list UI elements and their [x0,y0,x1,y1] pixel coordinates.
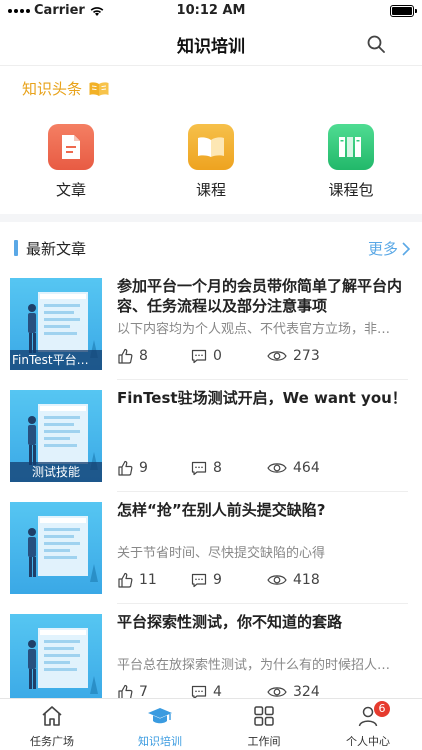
category-row: 文章 课程 课程包 [0,124,422,204]
comment-icon [191,573,207,587]
article-illustration [28,516,98,582]
open-book-icon [89,81,109,96]
books-icon [328,124,374,170]
book-icon [188,124,234,170]
view-count: 418 [267,572,320,588]
view-count: 273 [267,348,320,364]
category-label: 课程包 [328,181,374,199]
graduation-cap-icon [148,708,172,724]
tab-task-square[interactable]: 任务广场 [12,705,92,749]
category-label: 文章 [55,181,86,199]
article-thumbnail: 测试技能 [10,390,102,482]
view-count-value: 464 [293,460,320,476]
article-illustration [28,628,98,694]
status-bar: Carrier 10:12 AM [0,0,422,22]
tab-label: 个人中心 [346,735,390,748]
category-course-package[interactable]: 课程包 [306,124,396,200]
grid-icon [254,706,274,726]
screen: Carrier 10:12 AM 知识培训 知识头条 文章 课程 课程包 最新文… [0,0,422,750]
tab-label: 工作间 [247,735,281,748]
article-thumbnail: FinTest平台推… [10,278,102,370]
search-icon[interactable] [366,34,386,54]
article-title: 怎样“抢”在别人前头提交缺陷? [117,501,326,519]
document-icon [48,124,94,170]
article-tag: 测试技能 [10,462,102,482]
tab-personal-center[interactable]: 6 个人中心 [328,701,408,749]
like-count[interactable]: 11 [117,572,157,588]
section-separator [0,214,422,222]
section-accent-bar [14,240,18,256]
eye-icon [267,463,287,473]
more-label: 更多 [367,240,398,258]
chevron-right-icon [402,241,410,256]
like-count-value: 9 [139,460,148,476]
article-stats: 11 9 418 [117,572,407,590]
comment-icon [191,349,207,363]
thumbs-up-icon [118,460,133,476]
thumbs-up-icon [118,572,133,588]
article-summary: 以下内容均为个人观点、不代表官方立场，非… [117,322,391,337]
like-count-value: 8 [139,348,148,364]
article-thumbnail [10,614,102,706]
article-summary: 平台总在放探索性测试，为什么有的时候招人… [117,658,391,673]
article-summary: 关于节省时间、尽快提交缺陷的心得 [117,546,326,561]
page-title: 知识培训 [177,37,245,57]
comment-count-value: 9 [213,572,222,588]
category-course[interactable]: 课程 [166,124,256,200]
article-tag: FinTest平台推… [10,350,102,370]
battery-icon [390,5,417,17]
knowledge-headline[interactable]: 知识头条 [22,78,110,99]
article-stats: 8 0 273 [117,348,407,366]
like-count[interactable]: 9 [117,460,148,476]
tab-knowledge-training[interactable]: 知识培训 [120,705,200,749]
view-count-value: 418 [293,572,320,588]
article-thumbnail [10,502,102,594]
article-title: 平台探索性测试，你不知道的套路 [117,613,343,631]
comment-icon [191,461,207,475]
category-label: 课程 [195,181,226,199]
tab-bar: 任务广场 知识培训 工作间 6 个人中心 [0,698,422,750]
home-icon [42,706,62,726]
latest-articles-header: 最新文章 更多 [0,232,422,266]
notification-badge: 6 [374,701,390,717]
like-count[interactable]: 8 [117,348,148,364]
article-stats: 9 8 464 [117,460,407,478]
article-item[interactable]: FinTest平台推… 参加平台一个月的会员带你简单了解平台内容、任务流程以及部分… [0,268,422,380]
tab-label: 任务广场 [30,735,74,748]
more-link[interactable]: 更多 [368,238,410,259]
eye-icon [267,575,287,585]
comment-count[interactable]: 0 [191,348,222,364]
comment-count-value: 0 [213,348,222,364]
article-title: FinTest驻场测试开启，We want you！ [117,389,407,407]
eye-icon [267,351,287,361]
view-count-value: 273 [293,348,320,364]
comment-count-value: 8 [213,460,222,476]
like-count-value: 11 [139,572,157,588]
category-article[interactable]: 文章 [26,124,116,200]
headline-label: 知识头条 [22,80,83,98]
comment-count[interactable]: 8 [191,460,222,476]
article-item[interactable]: 怎样“抢”在别人前头提交缺陷? 关于节省时间、尽快提交缺陷的心得 11 9 418 [0,492,422,604]
nav-bar: 知识培训 [0,22,422,66]
article-item[interactable]: 测试技能 FinTest驻场测试开启，We want you！ 9 8 464 [0,380,422,492]
view-count: 464 [267,460,320,476]
tab-label: 知识培训 [138,735,182,748]
tab-workspace[interactable]: 工作间 [224,705,304,749]
eye-icon [267,687,287,697]
article-title: 参加平台一个月的会员带你简单了解平台内容、任务流程以及部分注意事项 [117,277,403,315]
clock: 10:12 AM [176,3,246,18]
thumbs-up-icon [118,348,133,364]
comment-count[interactable]: 9 [191,572,222,588]
section-title: 最新文章 [26,240,87,258]
